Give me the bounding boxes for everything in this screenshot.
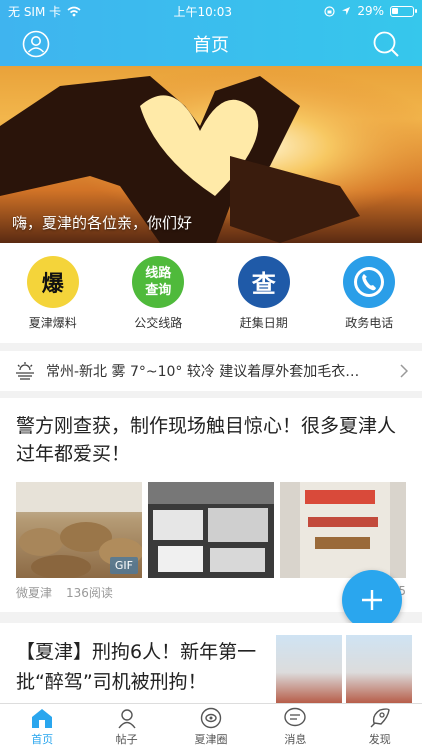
quick-link-bus[interactable]: 线路 查询 公交线路 [113,255,203,331]
tab-label: 消息 [284,733,307,746]
post-card[interactable]: 【夏津】刑拘6人！新年第一批“醉驾”司机被刑拘！ [0,623,422,703]
hero-banner[interactable]: 嗨，夏津的各位亲，你们好 [0,66,422,243]
tab-label: 帖子 [115,733,138,746]
status-bar: 无 SIM 卡 上午10:03 29% [0,0,422,22]
posts-icon [118,709,136,729]
quick-link-label: 夏津爆料 [28,315,77,330]
battery-percent: 29% [357,4,384,18]
weather-bar[interactable]: 常州-新北 雾 7°~10° 较冷 建议着厚外套加毛衣… [0,351,422,391]
weather-text: 常州-新北 雾 7°~10° 较冷 建议着厚外套加毛衣… [46,364,360,380]
location-arrow-icon [342,7,351,15]
quick-links: 爆 夏津爆料 线路 查询 公交线路 查 赶集日期 政务电话 [0,243,422,343]
status-time: 上午10:03 [173,4,233,19]
orientation-lock-icon [324,5,335,17]
tab-posts[interactable]: 帖子 [92,707,162,747]
quick-link-label: 政务电话 [345,315,394,330]
tab-label: 首页 [31,733,54,746]
add-post-button[interactable] [342,570,402,630]
carrier-label: 无 SIM 卡 [8,4,62,19]
tab-label: 夏津圈 [194,733,228,746]
battery-icon [390,5,417,17]
page-title: 首页 [193,35,229,56]
bus-route-icon: 线路 查询 [132,255,185,308]
post-image [346,635,412,703]
wifi-icon [67,6,81,16]
explosion-icon: 爆 [26,255,79,308]
tab-circle[interactable]: 夏津圈 [176,707,246,747]
post-headline: 警方刚查获，制作现场触目惊心！很多夏津人过年都爱买！ [16,415,397,465]
tab-bar: 首页 帖子 夏津圈 消息 发现 [0,703,422,750]
fog-weather-icon [16,362,34,380]
post-image [148,482,274,578]
post-images: GIF [0,468,422,578]
gif-badge: GIF [109,557,138,574]
phone-icon [343,255,396,308]
circle-icon [200,707,222,729]
post-image: GIF [16,482,142,578]
post-image [276,635,342,703]
user-icon[interactable] [22,30,50,58]
search-icon[interactable] [372,30,400,58]
home-icon [32,709,53,728]
post-images [276,623,422,703]
nav-bar: 首页 [0,22,422,66]
market-date-icon: 查 [237,255,290,308]
discover-icon [370,708,390,728]
post-image [280,482,406,578]
plus-icon [362,590,382,610]
tab-home[interactable]: 首页 [7,707,77,747]
quick-link-market[interactable]: 查 赶集日期 [219,255,309,331]
chevron-right-icon [400,364,408,378]
quick-link-label: 赶集日期 [239,315,288,330]
post-reads: 136阅读 [66,586,113,600]
quick-link-baoliao[interactable]: 爆 夏津爆料 [8,255,98,331]
post-author: 微夏津 [16,586,53,600]
message-icon [284,707,307,727]
banner-caption: 嗨，夏津的各位亲，你们好 [12,214,193,232]
tab-messages[interactable]: 消息 [260,707,330,747]
quick-link-phone[interactable]: 政务电话 [324,255,414,331]
tab-label: 发现 [368,733,391,746]
tab-discover[interactable]: 发现 [345,707,415,747]
quick-link-label: 公交线路 [134,315,183,330]
post-headline: 【夏津】刑拘6人！新年第一批“醉驾”司机被刑拘！ [16,641,257,693]
